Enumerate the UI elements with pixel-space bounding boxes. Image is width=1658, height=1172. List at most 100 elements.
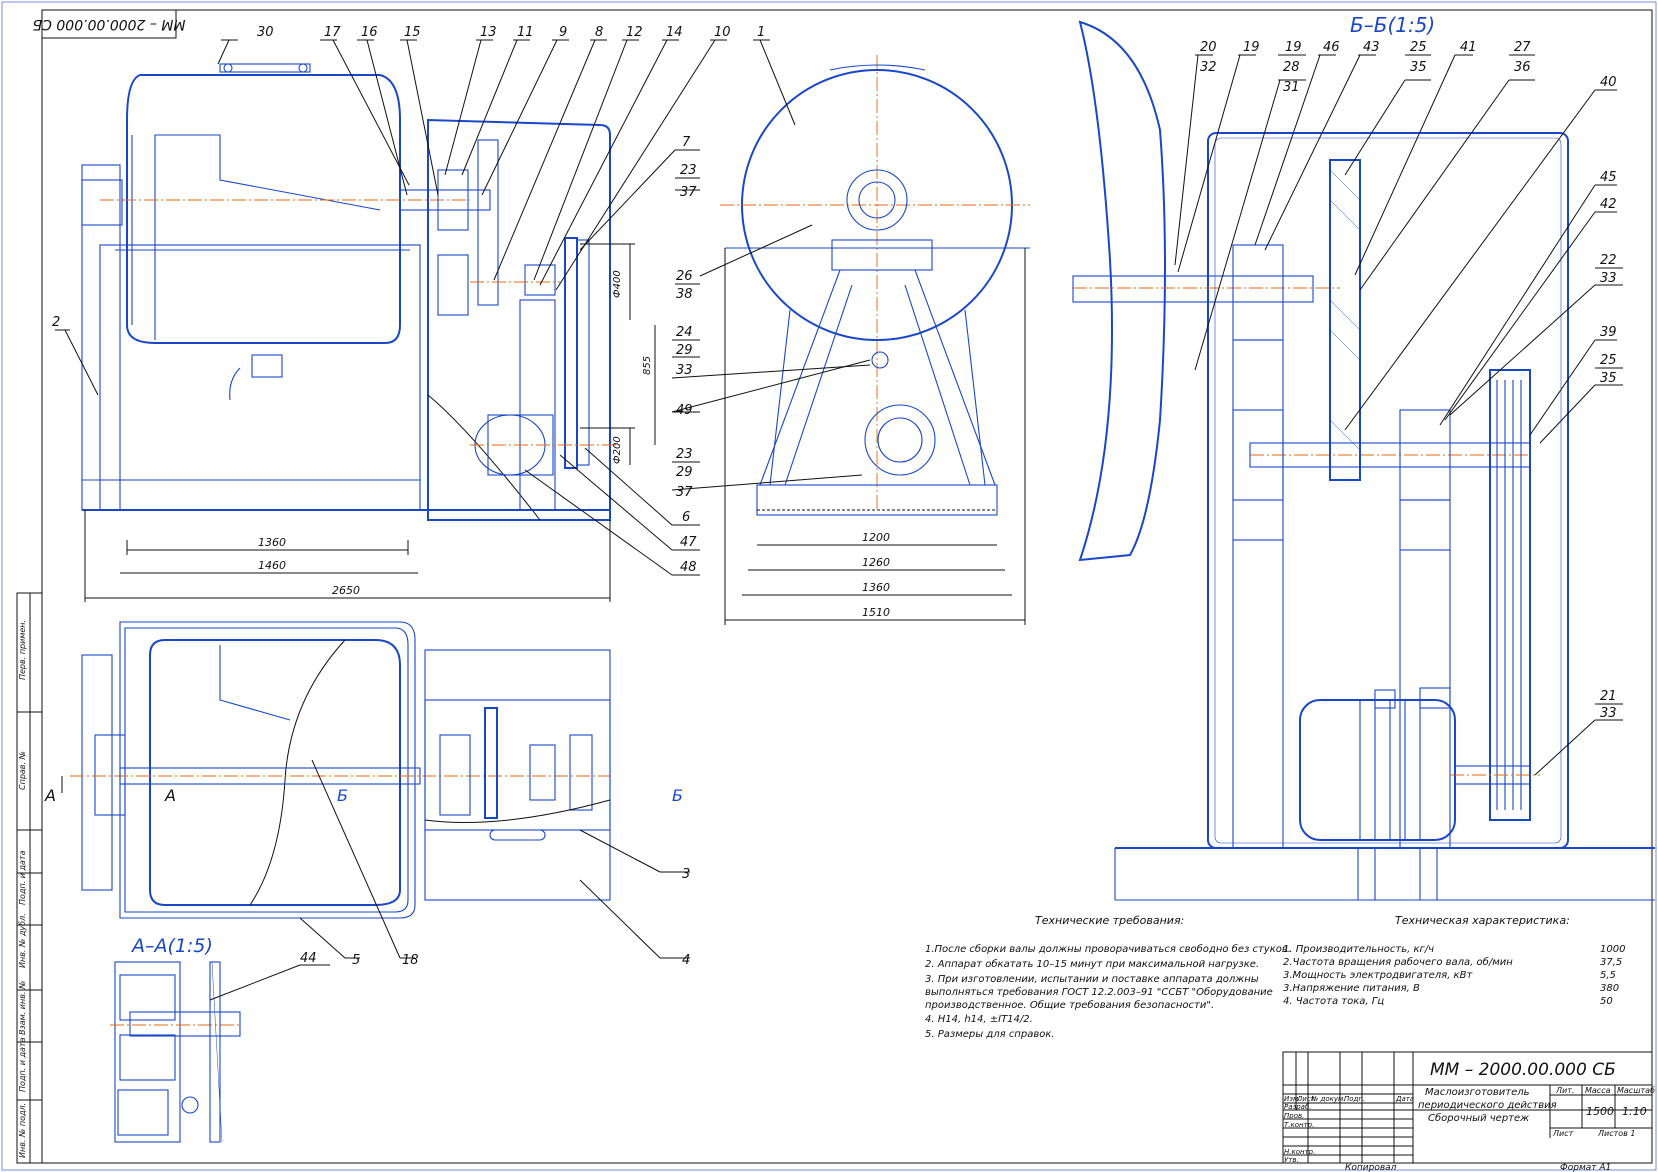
stamp-sign-date-2: Подп. и дата xyxy=(18,1037,27,1092)
callout-37-a: 37 xyxy=(680,185,697,200)
product-name-1: Маслоизготовитель xyxy=(1425,1087,1530,1098)
char-value-2: 37,5 xyxy=(1600,957,1622,968)
callout-25-a: 25 xyxy=(1410,40,1427,55)
callouts-section-bb: 20 32 19 19 28 31 46 43 25 35 41 27 36 4… xyxy=(1200,40,1617,721)
callout-26: 26 xyxy=(676,269,693,284)
product-name-2: периодического действия xyxy=(1418,1100,1557,1111)
callout-29-a: 29 xyxy=(676,343,693,358)
callout-42: 42 xyxy=(1600,197,1617,212)
callout-23-b: 23 xyxy=(676,447,693,462)
requirement-line-1: 1.После сборки валы должны проворачивать… xyxy=(925,943,1291,955)
dim-1360-front: 1360 xyxy=(258,536,286,549)
callout-28: 28 xyxy=(1283,60,1300,75)
requirement-line-2: 2. Аппарат обкатать 10–15 минут при макс… xyxy=(925,958,1259,970)
side-stamp: Перв. примен. Справ. № Подп. и дата Инв.… xyxy=(16,592,43,1164)
char-value-5: 50 xyxy=(1600,996,1613,1007)
callout-19-a: 19 xyxy=(1243,40,1260,55)
stamp-dup-inv: Инв. № дубл. xyxy=(18,913,27,968)
header-scale: Масштаб xyxy=(1617,1086,1655,1095)
callout-24: 24 xyxy=(676,325,693,340)
section-bb-title: Б–Б(1:5) xyxy=(1350,13,1435,37)
dim-1510: 1510 xyxy=(862,606,890,619)
callout-49: 49 xyxy=(676,403,693,418)
callout-16: 16 xyxy=(361,25,378,40)
role-approved: Утв. xyxy=(1284,1156,1299,1164)
callout-23-a: 23 xyxy=(680,163,697,178)
format-label: Формат А1 xyxy=(1560,1163,1611,1172)
section-aa: А–А(1:5) xyxy=(110,935,241,1143)
cut-b-right: Б xyxy=(672,786,683,805)
callout-47: 47 xyxy=(680,535,697,550)
callout-9: 9 xyxy=(559,25,567,40)
dim-1360-side: 1360 xyxy=(862,581,890,594)
callout-13: 13 xyxy=(480,25,497,40)
section-aa-title: А–А(1:5) xyxy=(130,935,213,957)
plan-view: А А Б Б xyxy=(44,621,683,919)
callout-17: 17 xyxy=(324,25,341,40)
assembly-drawing: ММ – 2000.00.000 СБ Перв. примен. Справ.… xyxy=(1,1,1657,1172)
callout-33-a: 33 xyxy=(676,363,693,378)
callout-3: 3 xyxy=(682,867,690,882)
char-value-4: 380 xyxy=(1600,983,1619,994)
sheet-label: Лист xyxy=(1552,1129,1574,1138)
callout-1: 1 xyxy=(757,25,765,40)
callout-29-b: 29 xyxy=(676,465,693,480)
stamp-first-use: Перв. примен. xyxy=(18,620,27,680)
callout-46: 46 xyxy=(1323,40,1340,55)
callout-30: 30 xyxy=(257,25,274,40)
callout-14: 14 xyxy=(666,25,683,40)
dim-d200: Ф200 xyxy=(612,436,623,464)
callout-33-b: 33 xyxy=(1600,271,1617,286)
char-label-3: 3.Мощность электродвигателя, кВт xyxy=(1283,970,1473,981)
callout-39: 39 xyxy=(1600,325,1617,340)
callout-8: 8 xyxy=(595,25,603,40)
callout-35-a: 35 xyxy=(1410,60,1427,75)
cut-b-left: Б xyxy=(337,786,348,805)
callout-25-b: 25 xyxy=(1600,353,1617,368)
callout-37-b: 37 xyxy=(676,485,693,500)
callout-7: 7 xyxy=(682,135,691,150)
section-bb: Б–Б(1:5) xyxy=(1072,13,1655,901)
callout-44: 44 xyxy=(300,951,317,966)
callout-11: 11 xyxy=(517,25,534,40)
requirement-line-7: 5. Размеры для справок. xyxy=(925,1029,1055,1040)
role-checker: Пров. xyxy=(1284,1112,1304,1120)
callout-5: 5 xyxy=(352,953,360,968)
change-header-doc: № докум. xyxy=(1310,1095,1346,1103)
callout-40: 40 xyxy=(1600,75,1617,90)
callout-4: 4 xyxy=(682,953,690,968)
scale-value: 1:10 xyxy=(1622,1105,1647,1118)
stamp-ref-no: Справ. № xyxy=(18,751,27,790)
dim-d400: Ф400 xyxy=(612,270,623,298)
callout-21: 21 xyxy=(1600,689,1617,704)
callout-36: 36 xyxy=(1514,60,1531,75)
role-developer: Разраб. xyxy=(1284,1103,1312,1111)
char-label-1: 1. Производительность, кг/ч xyxy=(1283,944,1434,955)
callout-41: 41 xyxy=(1460,40,1477,55)
title-designation: ММ – 2000.00.000 СБ xyxy=(1430,1060,1616,1080)
cut-a-right: А xyxy=(164,786,176,805)
stamp-sign-date-1: Подп. и дата xyxy=(18,850,27,905)
requirement-line-6: 4. Н14, h14, ±IT14/2. xyxy=(925,1014,1033,1025)
callout-27: 27 xyxy=(1514,40,1531,55)
callout-18: 18 xyxy=(402,953,419,968)
callout-19-b: 19 xyxy=(1285,40,1302,55)
dim-2650: 2650 xyxy=(332,584,360,597)
callout-35-b: 35 xyxy=(1600,371,1617,386)
callout-38: 38 xyxy=(676,287,693,302)
dim-855: 855 xyxy=(642,356,653,375)
callout-leaders xyxy=(55,39,1623,1001)
callout-33-c: 33 xyxy=(1600,706,1617,721)
callout-32: 32 xyxy=(1200,60,1217,75)
callout-20: 20 xyxy=(1200,40,1217,55)
dim-1460: 1460 xyxy=(258,559,286,572)
requirement-line-4: выполняться требования ГОСТ 12.2.003–91 … xyxy=(925,986,1273,998)
technical-characteristics: Техническая характеристика: 1. Производи… xyxy=(1283,914,1625,1007)
callout-12: 12 xyxy=(626,25,643,40)
callout-2: 2 xyxy=(52,315,60,330)
callout-22: 22 xyxy=(1600,253,1617,268)
sheets-label: Листов 1 xyxy=(1597,1129,1636,1138)
header-lit: Лит. xyxy=(1555,1086,1574,1095)
char-label-2: 2.Частота вращения рабочего вала, об/мин xyxy=(1283,956,1513,968)
stamp-orig-inv: Инв. № подл. xyxy=(18,1103,27,1158)
